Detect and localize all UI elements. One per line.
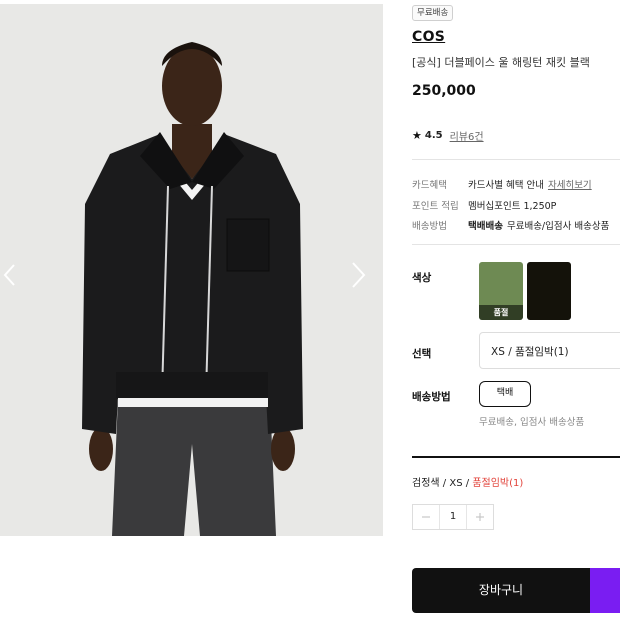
color-swatch-black[interactable] bbox=[527, 262, 571, 320]
divider bbox=[412, 159, 620, 160]
delivery-method-value: 무료배송/입점사 배송상품 bbox=[506, 221, 610, 232]
color-swatch-green[interactable]: 품절 bbox=[479, 262, 523, 320]
selected-color: 검정색 bbox=[412, 478, 440, 489]
shipping-note: 무료배송, 입점사 배송상품 bbox=[479, 417, 585, 428]
point-benefit-value: 멤버십포인트 1,250P bbox=[468, 201, 557, 212]
shipping-option-button[interactable]: 택배 bbox=[479, 381, 531, 407]
stock-warning: 품절임박(1) bbox=[472, 478, 524, 489]
brand-link[interactable]: COS bbox=[412, 29, 445, 45]
product-image bbox=[0, 4, 383, 536]
size-option-label: 선택 bbox=[412, 348, 432, 360]
delivery-type: 택배배송 bbox=[468, 221, 503, 232]
add-to-cart-button[interactable]: 장바구니 bbox=[412, 568, 590, 613]
product-info-panel: 무료배송 COS [공식] 더블페이스 울 해링턴 재킷 블랙 250,000 … bbox=[412, 0, 620, 620]
delivery-method-key: 배송방법 bbox=[412, 221, 447, 232]
star-icon: ★ bbox=[412, 129, 422, 142]
free-shipping-badge: 무료배송 bbox=[412, 5, 454, 21]
quantity-decrease-button[interactable] bbox=[413, 505, 439, 529]
buy-now-button[interactable] bbox=[590, 568, 620, 613]
product-price: 250,000 bbox=[412, 83, 476, 99]
product-name: [공식] 더블페이스 울 해링턴 재킷 블랙 bbox=[412, 56, 590, 69]
prev-image-arrow-icon[interactable] bbox=[0, 259, 22, 291]
rating-summary: ★ 4.5 리뷰6건 bbox=[412, 128, 484, 143]
reviews-link[interactable]: 리뷰6건 bbox=[450, 128, 484, 143]
quantity-value[interactable]: 1 bbox=[439, 505, 467, 529]
card-benefit-row: 카드혜택 카드사별 혜택 안내 자세히보기 bbox=[412, 177, 592, 191]
selected-size: XS bbox=[449, 478, 463, 489]
rating-score: 4.5 bbox=[424, 130, 443, 141]
card-benefit-key: 카드혜택 bbox=[412, 180, 447, 191]
minus-icon bbox=[422, 516, 430, 518]
card-benefit-value: 카드사별 혜택 안내 bbox=[468, 180, 544, 191]
point-benefit-key: 포인트 적립 bbox=[412, 201, 459, 212]
plus-icon bbox=[476, 513, 484, 521]
color-option-label: 색상 bbox=[412, 272, 432, 284]
divider bbox=[412, 244, 620, 245]
size-select[interactable]: XS / 품절임박(1) bbox=[479, 332, 620, 369]
selected-option-summary: 검정색 / XS / 품절임박(1) bbox=[412, 478, 524, 489]
selection-divider bbox=[412, 456, 620, 458]
model-photo bbox=[0, 4, 383, 536]
shipping-option-label: 배송방법 bbox=[412, 391, 451, 403]
delivery-method-row: 배송방법 택배배송 무료배송/입점사 배송상품 bbox=[412, 218, 609, 232]
point-benefit-row: 포인트 적립 멤버십포인트 1,250P bbox=[412, 198, 556, 212]
quantity-increase-button[interactable] bbox=[467, 505, 493, 529]
next-image-arrow-icon[interactable] bbox=[347, 259, 369, 291]
sold-out-label: 품절 bbox=[479, 305, 523, 320]
card-benefit-detail-link[interactable]: 자세히보기 bbox=[548, 177, 592, 191]
quantity-stepper: 1 bbox=[412, 504, 494, 530]
